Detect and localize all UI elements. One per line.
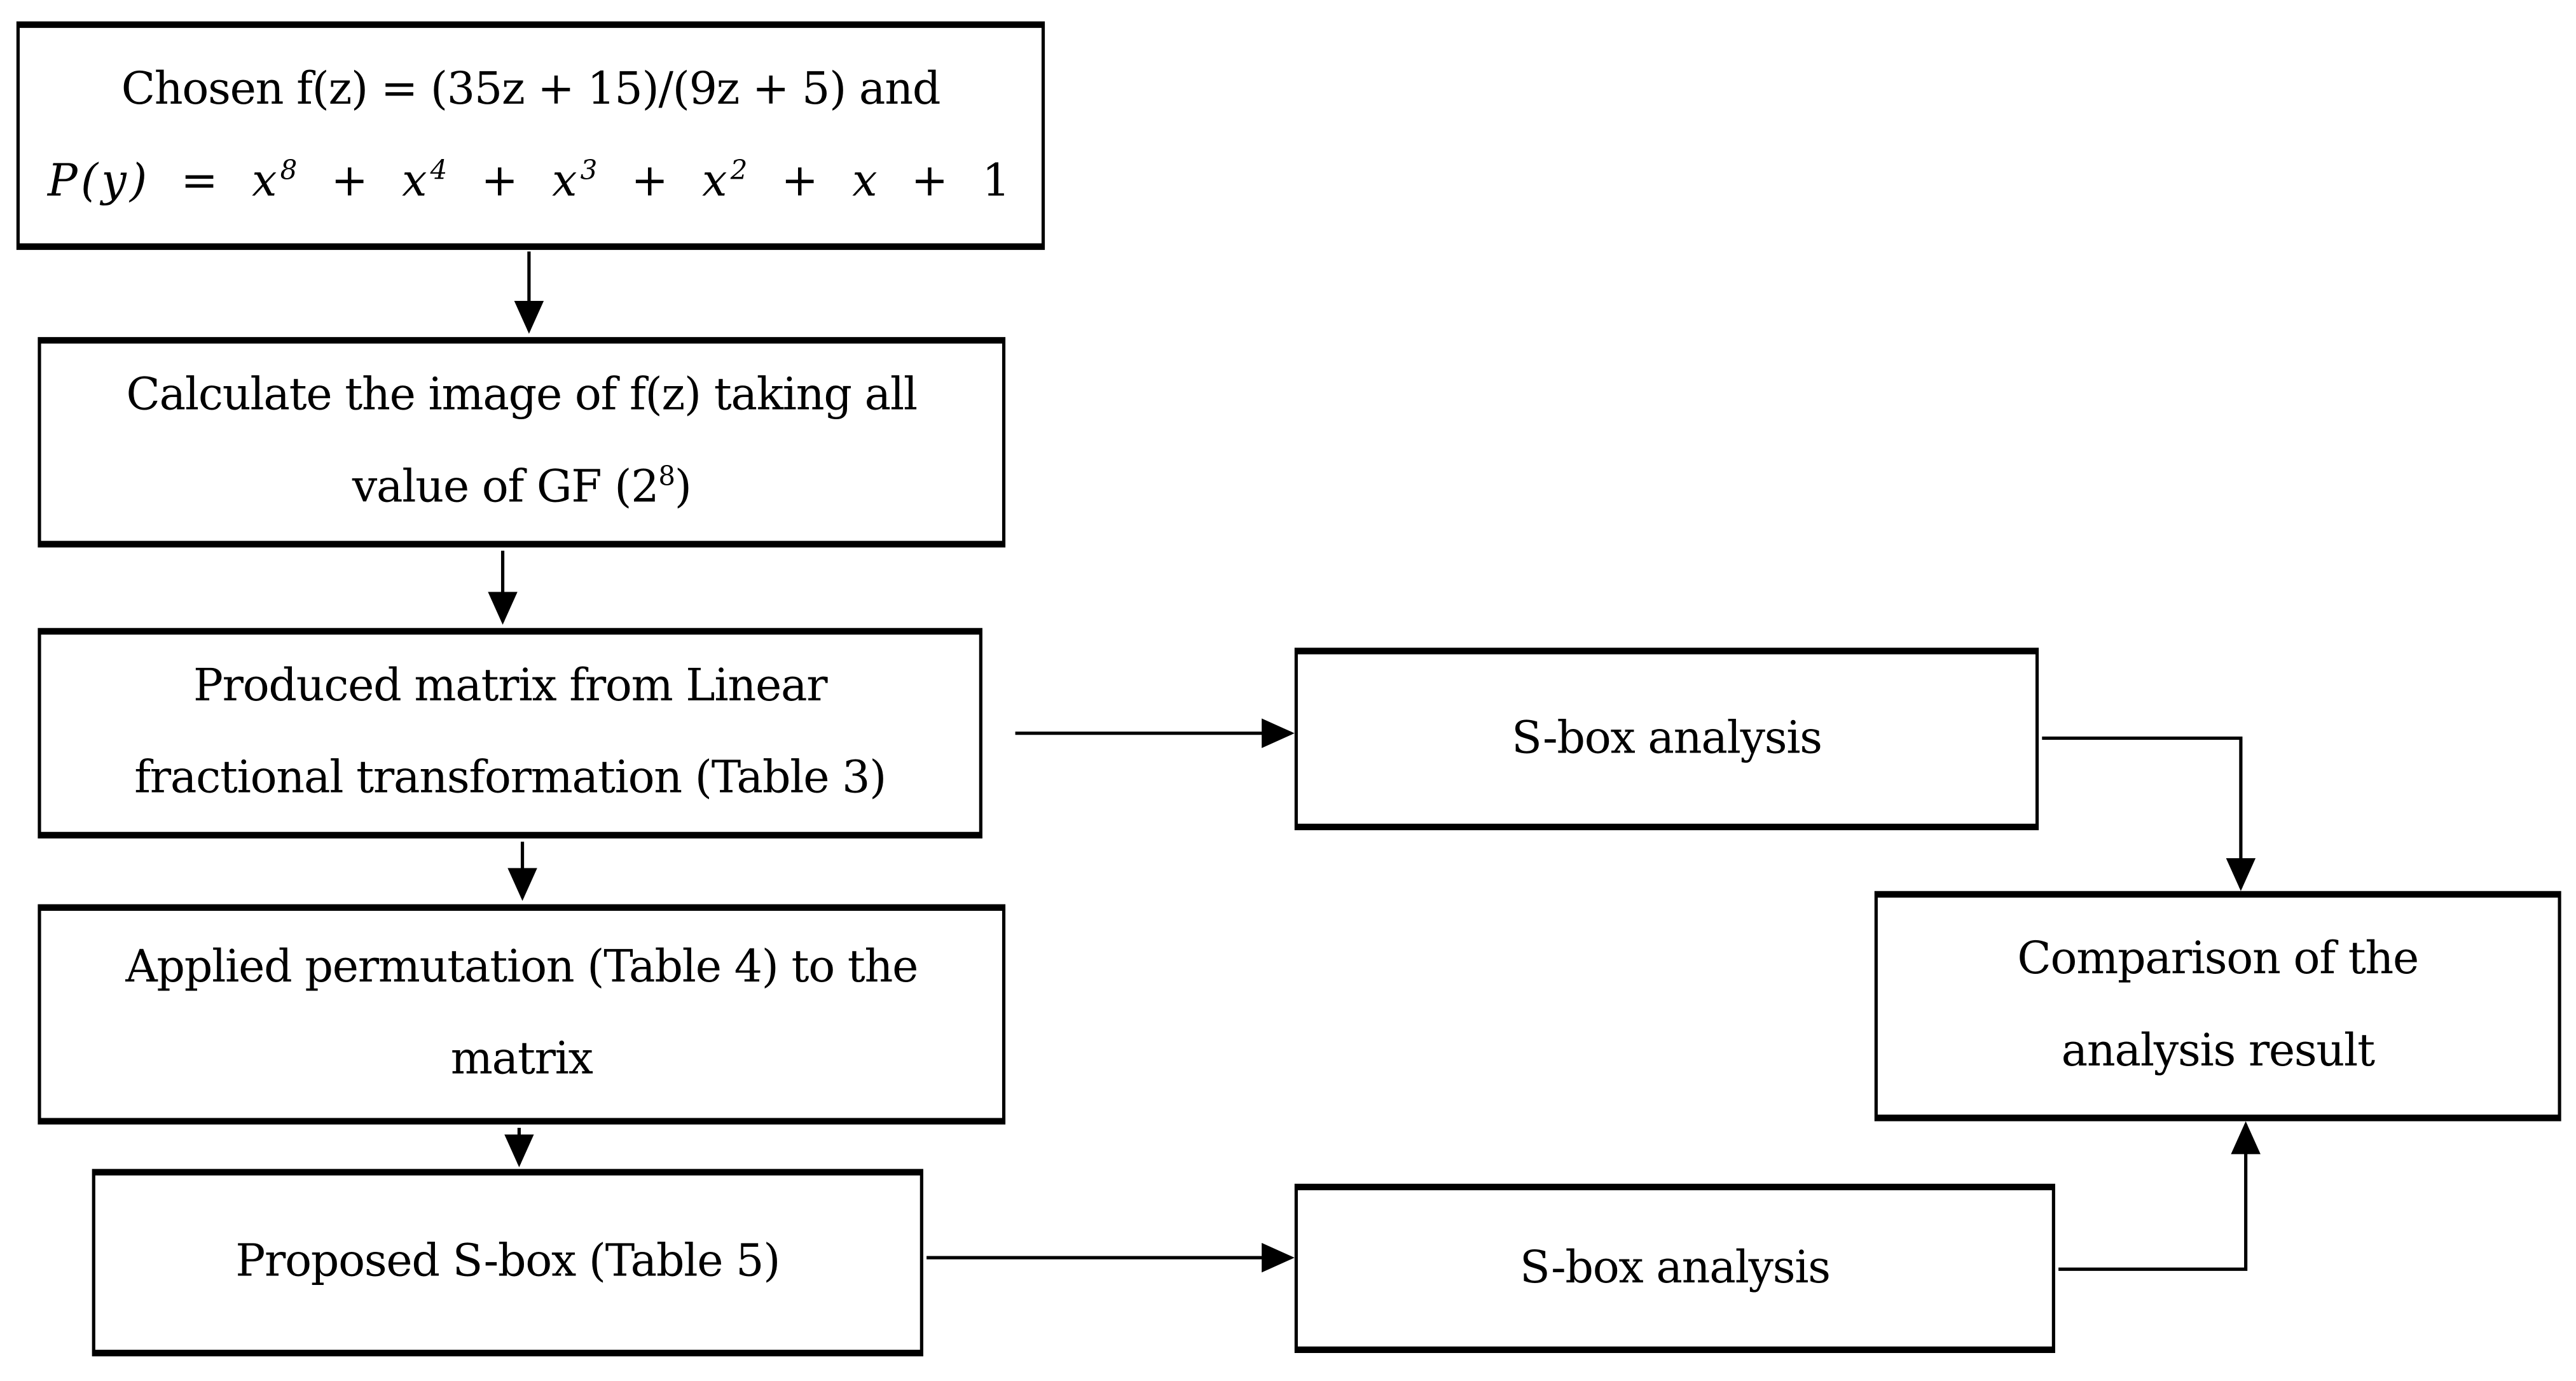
poly-term: 1: [982, 155, 1014, 207]
node-calculate-line2: value of GF (28): [352, 460, 692, 513]
node-calculate-line1: Calculate the image of f(z) taking all: [126, 370, 918, 421]
poly-plus: +: [331, 155, 372, 207]
poly-plus: +: [911, 155, 952, 207]
poly-term: x2: [702, 153, 751, 207]
poly-plus: +: [481, 155, 522, 207]
node-permutation-line2: matrix: [450, 1034, 593, 1085]
node-matrix: Produced matrix from Linear fractional t…: [38, 628, 982, 839]
node-comparison: Comparison of the analysis result: [1874, 891, 2561, 1121]
node-proposed-sbox: Proposed S-box (Table 5): [92, 1169, 923, 1357]
node-sbox-analysis-bottom: S-box analysis: [1294, 1183, 2055, 1354]
poly-term: x8: [252, 153, 301, 207]
node-comparison-line2: analysis result: [2061, 1025, 2376, 1077]
node-matrix-line2: fractional transformation (Table 3): [134, 753, 886, 804]
node-calculate: Calculate the image of f(z) taking all v…: [38, 337, 1006, 548]
node-analysis-bottom-line1: S-box analysis: [1520, 1242, 1831, 1293]
node-permutation: Applied permutation (Table 4) to the mat…: [38, 904, 1006, 1125]
poly-lhs: P(y): [47, 155, 151, 207]
arrow-analysis-bottom-to-comparison: [2058, 1121, 2261, 1271]
node-analysis-top-line1: S-box analysis: [1512, 712, 1822, 764]
node-start: Chosen f(z) = (35z + 15)/(9z + 5) and P(…: [16, 21, 1045, 250]
flowchart: Chosen f(z) = (35z + 15)/(9z + 5) and P(…: [0, 0, 2576, 1381]
node-permutation-line1: Applied permutation (Table 4) to the: [125, 941, 918, 994]
poly-term: x4: [402, 153, 451, 207]
node-comparison-line1: Comparison of the: [2017, 933, 2419, 985]
node-start-line1: Chosen f(z) = (35z + 15)/(9z + 5) and: [121, 63, 941, 115]
poly-plus: +: [781, 155, 822, 207]
arrow-analysis-top-to-comparison: [2042, 736, 2256, 891]
node-matrix-line1: Produced matrix from Linear: [193, 660, 828, 712]
poly-equals: =: [181, 155, 222, 207]
node-sbox-analysis-top: S-box analysis: [1294, 648, 2039, 831]
poly-term: x3: [552, 153, 601, 207]
poly-plus: +: [631, 155, 672, 207]
poly-term: x: [852, 155, 881, 207]
polynomial-expression: P(y) = x8 + x4 + x3 + x2 + x + 1: [48, 135, 1014, 228]
node-proposed-line1: Proposed S-box (Table 5): [235, 1236, 780, 1287]
